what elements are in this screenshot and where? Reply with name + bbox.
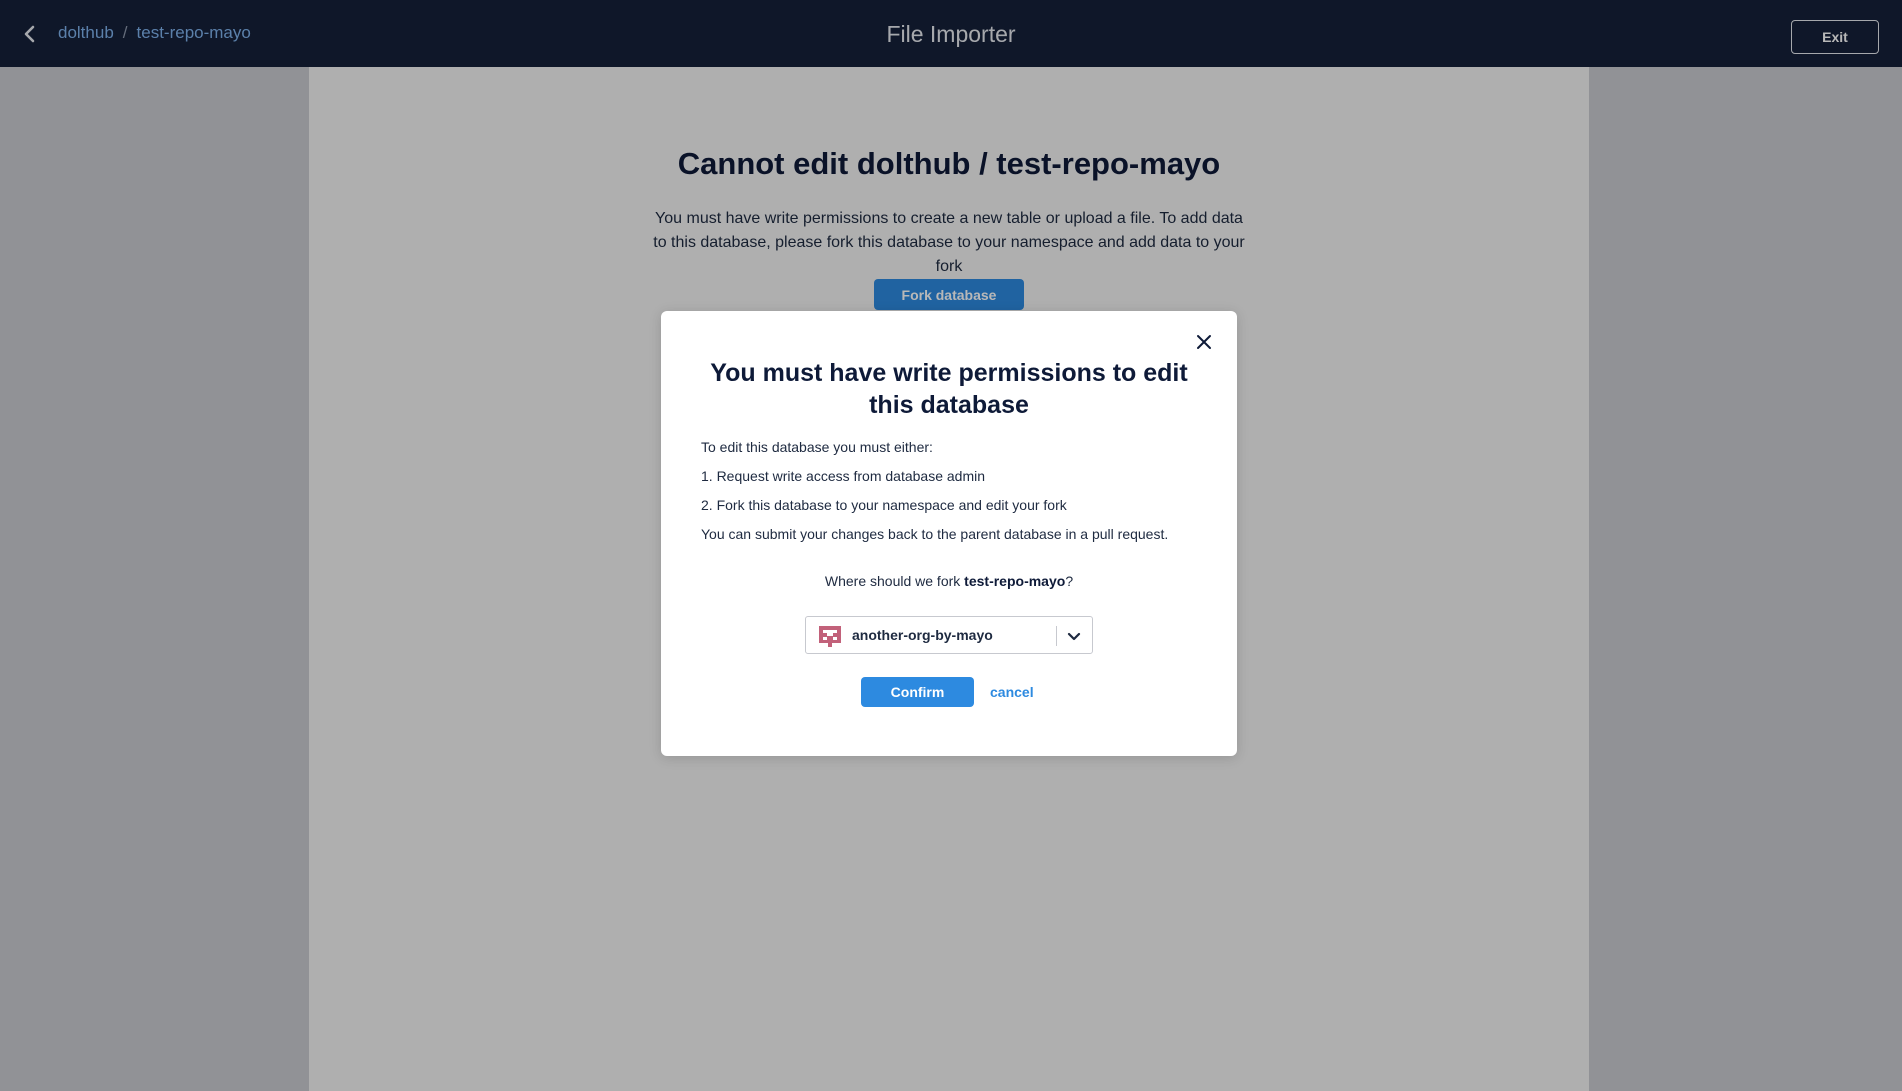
modal-option-request-access: 1. Request write access from database ad… (701, 468, 986, 484)
fork-question: Where should we fork test-repo-mayo? (661, 573, 1237, 589)
modal-intro: To edit this database you must either: (701, 439, 933, 455)
confirm-button[interactable]: Confirm (861, 677, 974, 707)
close-icon[interactable] (1193, 331, 1215, 353)
fork-question-suffix: ? (1065, 573, 1074, 589)
modal-note: You can submit your changes back to the … (701, 526, 1169, 542)
modal-title: You must have write permissions to edit … (710, 359, 1188, 419)
fork-question-prefix: Where should we fork (824, 573, 965, 589)
select-divider (1056, 626, 1057, 646)
owner-select[interactable]: another-org-by-mayo (805, 616, 1093, 654)
modal-option-fork: 2. Fork this database to your namespace … (701, 497, 1067, 513)
fork-question-repo: test-repo-mayo (964, 573, 1066, 589)
modal-body: To edit this database you must either: 1… (701, 439, 1201, 555)
cancel-link[interactable]: cancel (990, 684, 1034, 700)
chevron-down-icon[interactable] (1065, 627, 1083, 645)
fork-permissions-modal: You must have write permissions to edit … (661, 311, 1237, 756)
org-avatar-icon (818, 624, 842, 648)
owner-select-value: another-org-by-mayo (852, 627, 993, 643)
